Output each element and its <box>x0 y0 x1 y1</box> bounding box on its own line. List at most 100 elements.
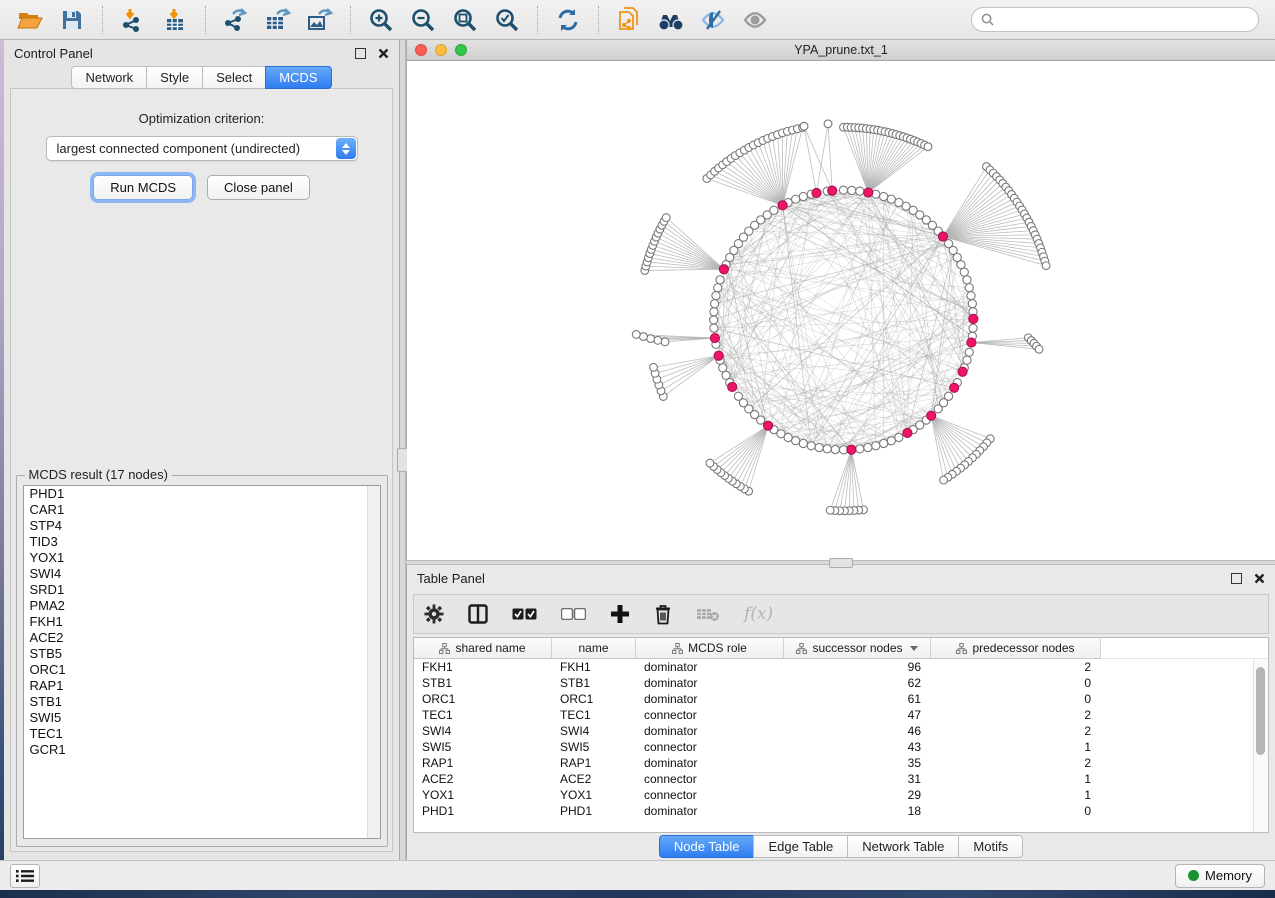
window-close-icon[interactable] <box>415 44 427 56</box>
table-row[interactable]: YOX1YOX1connector291 <box>414 787 1268 803</box>
open-session-button[interactable] <box>10 4 50 36</box>
first-neighbors-button[interactable] <box>651 4 691 36</box>
zoom-fit-button[interactable] <box>445 4 485 36</box>
zoom-out-button[interactable] <box>403 4 443 36</box>
toolbar-separator <box>537 6 538 34</box>
export-table-button[interactable] <box>258 4 298 36</box>
cell-name: STB1 <box>552 675 636 691</box>
deselect-all-rows-button[interactable] <box>561 608 586 620</box>
mcds-result-item[interactable]: SWI4 <box>24 566 380 582</box>
delete-column-button[interactable] <box>654 604 672 625</box>
mcds-result-item[interactable]: GCR1 <box>24 742 380 758</box>
network-graph[interactable] <box>407 61 1275 560</box>
memory-status-icon <box>1188 870 1199 881</box>
mcds-result-item[interactable]: SRD1 <box>24 582 380 598</box>
network-view-canvas[interactable] <box>407 61 1275 560</box>
mcds-result-item[interactable]: PHD1 <box>24 486 380 502</box>
optimization-criterion-select[interactable]: largest connected component (undirected) <box>46 136 358 161</box>
table-row[interactable]: SWI5SWI5connector431 <box>414 739 1268 755</box>
mcds-result-item[interactable]: TEC1 <box>24 726 380 742</box>
mcds-result-item[interactable]: STB5 <box>24 646 380 662</box>
table-settings-button[interactable] <box>424 604 444 624</box>
horizontal-splitter-grip[interactable] <box>829 558 853 568</box>
mcds-result-item[interactable]: RAP1 <box>24 678 380 694</box>
column-header-successor-nodes[interactable]: successor nodes <box>784 638 931 659</box>
network-window-titlebar[interactable]: YPA_prune.txt_1 <box>407 40 1275 61</box>
control-panel-close-button[interactable] <box>378 48 389 59</box>
import-network-button[interactable] <box>113 4 153 36</box>
table-row[interactable]: TEC1TEC1connector472 <box>414 707 1268 723</box>
desktop-wallpaper-bottom <box>0 890 1275 898</box>
function-builder-button[interactable]: f(x) <box>744 604 773 624</box>
refresh-view-icon <box>556 8 580 32</box>
tab-motifs[interactable]: Motifs <box>958 835 1023 858</box>
network-leaf-nodes[interactable] <box>632 120 1050 515</box>
mcds-list-scrollbar[interactable] <box>367 486 380 838</box>
table-row[interactable]: PHD1PHD1dominator180 <box>414 803 1268 819</box>
tab-edge-table[interactable]: Edge Table <box>753 835 847 858</box>
vertical-splitter[interactable] <box>400 40 406 860</box>
hide-selected-icon <box>700 9 726 31</box>
export-image-button[interactable] <box>300 4 340 36</box>
mcds-result-item[interactable]: STB1 <box>24 694 380 710</box>
show-columns-button[interactable] <box>468 604 488 624</box>
table-scrollbar-thumb[interactable] <box>1256 667 1265 755</box>
save-session-button[interactable] <box>52 4 92 36</box>
export-network-button[interactable] <box>216 4 256 36</box>
zoom-selected-button[interactable] <box>487 4 527 36</box>
cell-name: RAP1 <box>552 755 636 771</box>
memory-button[interactable]: Memory <box>1175 864 1265 888</box>
add-column-button[interactable] <box>610 604 630 624</box>
zoom-in-button[interactable] <box>361 4 401 36</box>
cell-shared-name: TEC1 <box>414 707 552 723</box>
refresh-view-button[interactable] <box>548 4 588 36</box>
mcds-result-item[interactable]: ORC1 <box>24 662 380 678</box>
control-panel-float-button[interactable] <box>355 48 366 59</box>
table-panel-float-button[interactable] <box>1231 573 1242 584</box>
table-row[interactable]: ORC1ORC1dominator610 <box>414 691 1268 707</box>
tab-node-table[interactable]: Node Table <box>659 835 754 858</box>
column-header-name[interactable]: name <box>552 638 636 659</box>
zoom-fit-icon <box>453 8 477 32</box>
table-panel-close-button[interactable] <box>1254 573 1265 584</box>
tab-network[interactable]: Network <box>71 66 146 89</box>
export-image-icon <box>307 8 333 32</box>
table-scrollbar[interactable] <box>1253 659 1268 832</box>
task-history-button[interactable] <box>10 864 40 888</box>
clone-network-icon <box>617 7 641 33</box>
run-mcds-button[interactable]: Run MCDS <box>93 175 193 200</box>
horizontal-splitter[interactable] <box>406 560 1275 565</box>
table-row[interactable]: SWI4SWI4dominator462 <box>414 723 1268 739</box>
mcds-result-item[interactable]: ACE2 <box>24 630 380 646</box>
mcds-result-list[interactable]: PHD1CAR1STP4TID3YOX1SWI4SRD1PMA2FKH1ACE2… <box>23 485 381 839</box>
window-zoom-icon[interactable] <box>455 44 467 56</box>
mcds-result-item[interactable]: SWI5 <box>24 710 380 726</box>
mcds-result-item[interactable]: CAR1 <box>24 502 380 518</box>
tab-mcds[interactable]: MCDS <box>265 66 331 89</box>
tab-style[interactable]: Style <box>146 66 202 89</box>
table-row[interactable]: ACE2ACE2connector311 <box>414 771 1268 787</box>
mcds-result-item[interactable]: YOX1 <box>24 550 380 566</box>
column-header-shared-name[interactable]: shared name <box>414 638 552 659</box>
search-box[interactable] <box>971 7 1259 32</box>
select-all-rows-button[interactable] <box>512 608 537 620</box>
tab-network-table[interactable]: Network Table <box>847 835 958 858</box>
show-all-button[interactable] <box>735 4 775 36</box>
tab-select[interactable]: Select <box>202 66 265 89</box>
column-header-predecessor-nodes[interactable]: predecessor nodes <box>931 638 1101 659</box>
delete-table-button[interactable] <box>696 606 720 622</box>
clone-network-button[interactable] <box>609 4 649 36</box>
mcds-result-item[interactable]: FKH1 <box>24 614 380 630</box>
import-table-button[interactable] <box>155 4 195 36</box>
window-minimize-icon[interactable] <box>435 44 447 56</box>
table-row[interactable]: FKH1FKH1dominator962 <box>414 659 1268 675</box>
mcds-result-item[interactable]: PMA2 <box>24 598 380 614</box>
column-header-MCDS-role[interactable]: MCDS role <box>636 638 784 659</box>
mcds-result-item[interactable]: TID3 <box>24 534 380 550</box>
close-panel-button[interactable]: Close panel <box>207 175 310 200</box>
table-row[interactable]: RAP1RAP1dominator352 <box>414 755 1268 771</box>
search-input[interactable] <box>1000 13 1249 27</box>
table-row[interactable]: STB1STB1dominator620 <box>414 675 1268 691</box>
hide-selected-button[interactable] <box>693 4 733 36</box>
mcds-result-item[interactable]: STP4 <box>24 518 380 534</box>
